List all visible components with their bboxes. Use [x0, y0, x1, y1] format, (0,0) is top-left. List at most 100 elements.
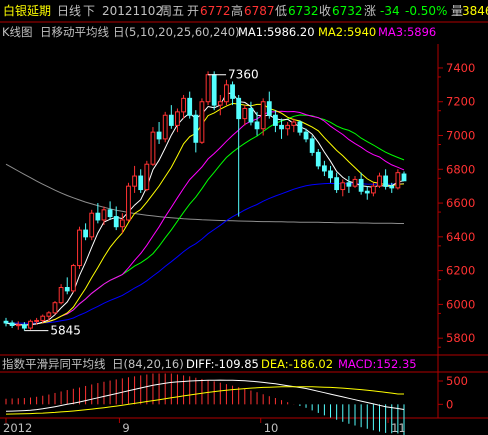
price-tick-label: 7400 — [446, 61, 475, 75]
macd-diff: DIFF:-109.85 — [186, 357, 259, 371]
candle-body — [40, 315, 46, 321]
ma-params: 日(5,10,20,25,60,240) — [113, 25, 240, 39]
macd-tick-label: 500 — [446, 374, 468, 388]
candle-body — [370, 185, 376, 194]
close-value: 6732 — [332, 4, 363, 18]
candle-body — [224, 84, 229, 103]
ma-indicator-name: 日移动平均线 — [40, 25, 109, 39]
ma60-line — [5, 182, 405, 324]
candle-body — [28, 320, 33, 329]
macd-axis: 0 500 — [438, 374, 468, 411]
ma20-line — [5, 110, 405, 326]
candle-body — [101, 209, 107, 221]
candle-body — [352, 178, 358, 187]
candle-body — [175, 111, 180, 126]
change-label: 涨 — [364, 3, 376, 18]
candle-body — [230, 84, 235, 99]
candle-body — [291, 121, 297, 126]
stock-chart-window: 白银延期 日线 下 20121102 周五 开 6772 高 6787 低 67… — [0, 0, 488, 435]
candle-body — [199, 101, 205, 143]
volume-value: 3846 — [462, 4, 488, 18]
open-label: 开 — [187, 4, 199, 18]
ma1-value: MA1:5986.20 — [238, 25, 315, 39]
candle-body — [156, 131, 162, 140]
candle-body — [217, 101, 223, 106]
candle-body — [144, 163, 150, 191]
diff-line — [5, 379, 405, 412]
dea-line — [5, 386, 404, 415]
change-pct: -0.50% — [405, 4, 447, 18]
high-value: 6787 — [244, 4, 275, 18]
candle-body — [70, 265, 76, 292]
candle-body — [46, 312, 52, 317]
macd-dea: DEA:-186.02 — [261, 357, 333, 371]
high-label: 高 — [231, 3, 243, 18]
candle-body — [162, 114, 168, 140]
date-tick-label: 11 — [391, 421, 406, 435]
candle-body — [242, 107, 248, 120]
macd-title: 指数平滑异同平均线 — [2, 357, 106, 371]
date-tick-label: 9 — [122, 421, 129, 435]
candle-body — [107, 209, 113, 218]
candle-body — [315, 151, 321, 167]
date-tick-label: 10 — [264, 421, 279, 435]
direction-label: 下 — [83, 4, 95, 18]
price-tick-label: 6400 — [446, 230, 475, 244]
price-tick-label: 7200 — [446, 95, 475, 109]
candle-body — [303, 131, 309, 140]
candle-body — [77, 229, 82, 267]
candle-body — [64, 287, 70, 292]
date-label: 20121102 — [102, 4, 163, 18]
price-tick-label: 6200 — [446, 264, 475, 278]
candle-body — [132, 175, 137, 187]
candle-body — [279, 124, 284, 130]
candle-body — [83, 229, 88, 238]
ma3-value: MA3:5896 — [378, 25, 436, 39]
candle-body — [309, 138, 315, 153]
price-axis: 5800 6000 6200 6400 6600 6800 7000 7200 7400 — [438, 61, 475, 348]
macd-legend: 指数平滑异同平均线 日(84,20,16) DIFF:-109.85 DEA:-… — [2, 357, 417, 371]
extreme-label: 7360 — [228, 68, 259, 82]
candle-body — [95, 212, 101, 221]
candle-body — [364, 190, 370, 194]
price-tick-label: 7000 — [446, 129, 475, 143]
candle-body — [126, 185, 131, 221]
price-tick-label: 6800 — [446, 162, 475, 176]
candle-body — [113, 216, 119, 228]
candle-body — [3, 320, 9, 324]
candle-body — [89, 212, 95, 238]
candle-body — [358, 178, 364, 192]
ma10-line — [5, 102, 405, 326]
candle-body — [346, 182, 352, 187]
price-tick-label: 5800 — [446, 331, 475, 345]
date-tick-label: 2012 — [3, 421, 32, 435]
candle-body — [377, 175, 382, 187]
candle-body — [254, 121, 260, 130]
price-plot: 7360 5845 — [3, 68, 407, 338]
candle-body — [389, 185, 395, 189]
candle-body — [248, 107, 254, 123]
candle-body — [58, 287, 64, 304]
candle-body — [205, 74, 211, 103]
ma2-value: MA2:5940 — [318, 25, 376, 39]
chart-canvas: 白银延期 日线 下 20121102 周五 开 6772 高 6787 低 67… — [0, 3, 488, 435]
candle-body — [168, 114, 174, 126]
macd-plot — [5, 373, 405, 435]
candle-body — [187, 97, 193, 116]
weekday-label: 周五 — [160, 4, 184, 18]
ma240-line — [5, 163, 404, 224]
candle-body — [211, 74, 217, 106]
candle-body — [34, 319, 40, 322]
candle-body — [266, 101, 272, 116]
candle-body — [395, 172, 401, 189]
macd-params: 日(84,20,16) — [112, 357, 184, 371]
candle-body — [119, 219, 125, 228]
candle-body — [138, 175, 144, 191]
low-label: 低 — [275, 4, 287, 18]
candle-body — [273, 114, 278, 126]
candle-body — [260, 101, 266, 130]
low-value: 6732 — [288, 4, 319, 18]
instrument-name: 白银延期 — [3, 3, 51, 18]
candle-body — [334, 177, 340, 191]
candle-body — [340, 182, 346, 191]
